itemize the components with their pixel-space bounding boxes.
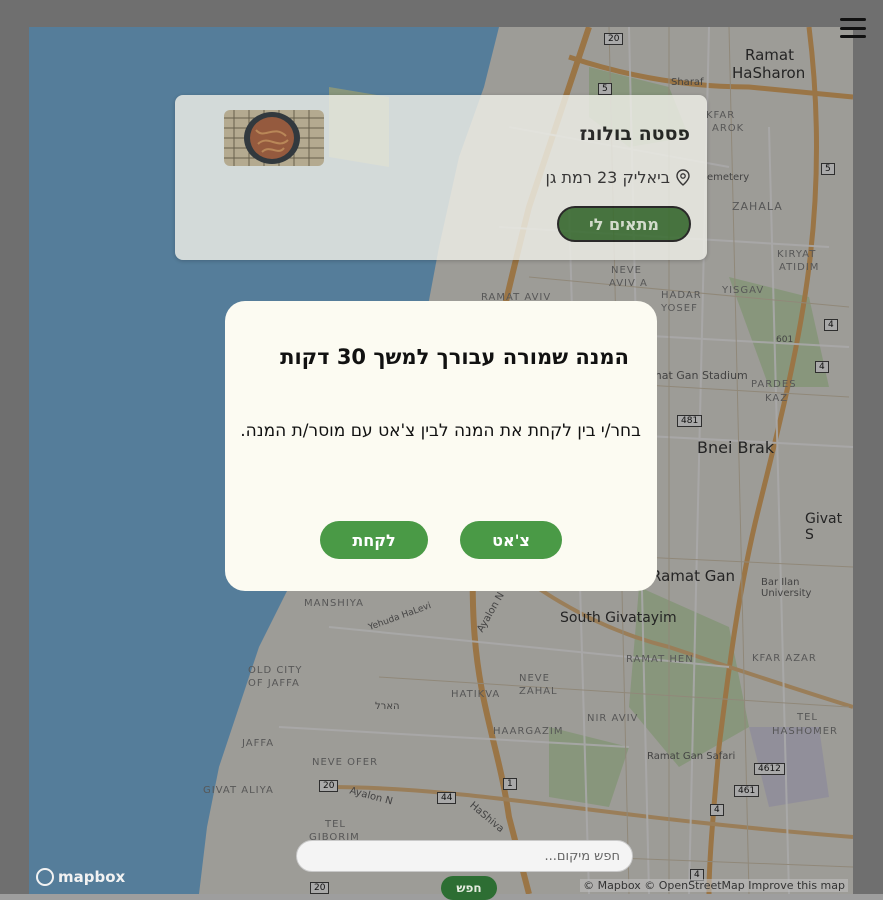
map-attribution[interactable]: © Mapbox © OpenStreetMap Improve this ma…: [580, 879, 848, 892]
location-pin-icon: [676, 169, 690, 186]
match-button[interactable]: מתאים לי: [557, 206, 691, 242]
dish-title: פסטה בולונז: [579, 123, 690, 145]
reservation-modal: המנה שמורה עבורך למשך 30 דקות בחר/י בין …: [225, 301, 657, 591]
hamburger-menu-icon[interactable]: [840, 18, 866, 38]
dish-address: ביאליק 23 רמת גן: [545, 168, 690, 187]
dish-image: [224, 110, 324, 166]
mapbox-icon: [36, 868, 54, 886]
chat-button[interactable]: צ'אט: [460, 521, 562, 559]
take-button[interactable]: לקחת: [320, 521, 428, 559]
search-button[interactable]: חפש: [441, 876, 497, 900]
location-search-input[interactable]: [296, 840, 633, 872]
mapbox-logo-text: mapbox: [58, 868, 126, 886]
modal-body-text: בחר/י בין לקחת את המנה לבין צ'אט עם מוסר…: [240, 421, 641, 441]
mapbox-logo[interactable]: mapbox: [36, 868, 125, 886]
dish-card: פסטה בולונז ביאליק 23 רמת גן מתאים לי: [175, 95, 707, 260]
dish-address-text: ביאליק 23 רמת גן: [545, 168, 670, 187]
modal-title: המנה שמורה עבורך למשך 30 דקות: [280, 345, 629, 369]
